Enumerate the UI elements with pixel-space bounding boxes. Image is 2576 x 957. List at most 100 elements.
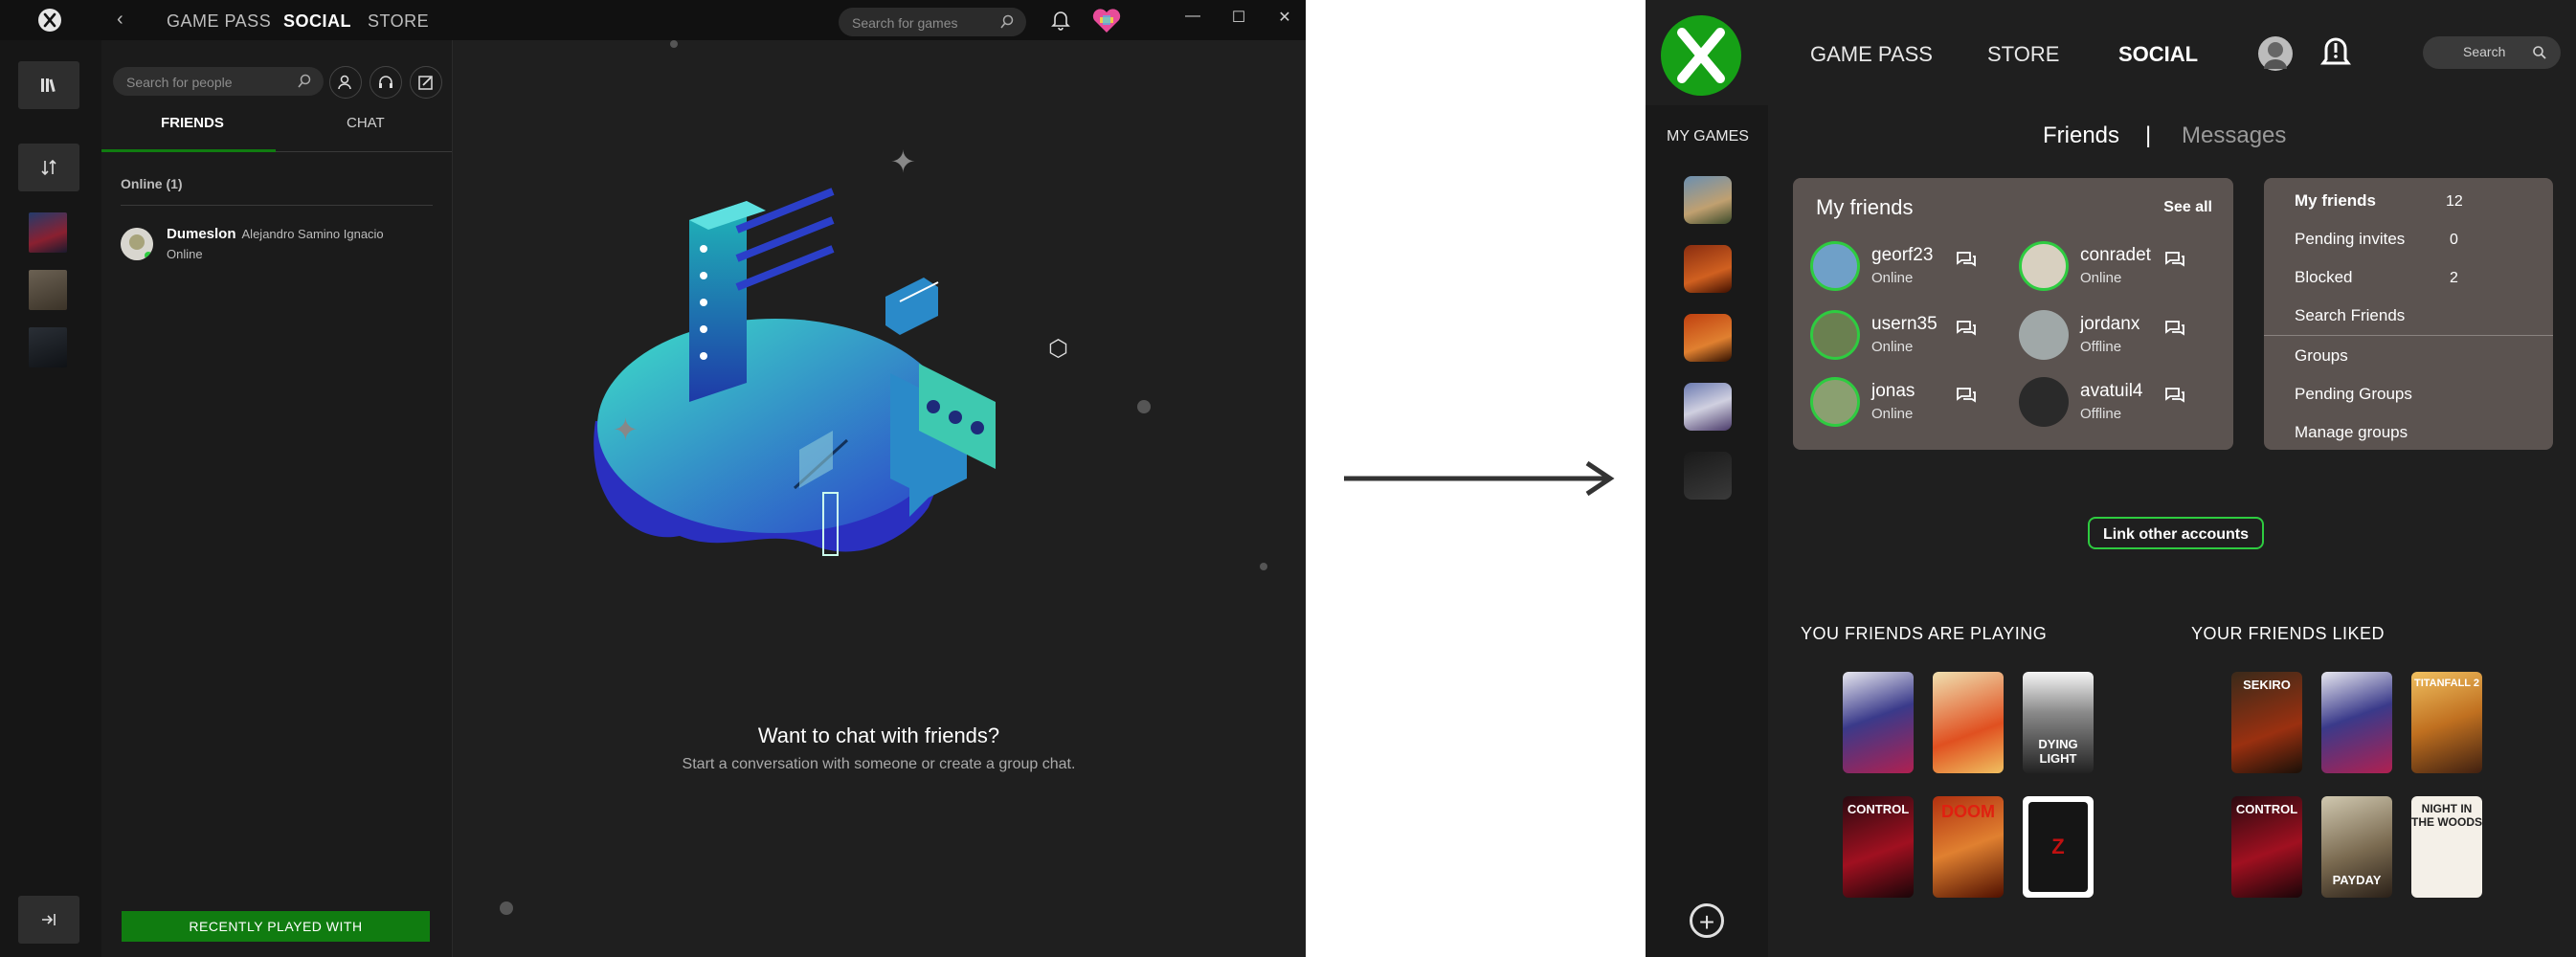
friend-name: usern35 [1871, 314, 1938, 334]
friend-item-jonas[interactable]: jonas Online [1810, 375, 2011, 436]
menu-pending-groups[interactable]: Pending Groups [2295, 385, 2412, 404]
game-cover-control[interactable]: CONTROL [1843, 796, 1914, 898]
nav-game-pass[interactable]: GAME PASS [167, 11, 271, 32]
menu-my-friends[interactable]: My friends [2295, 191, 2376, 211]
search-games-input[interactable]: Search for games [839, 8, 1026, 36]
friend-item-georf23[interactable]: georf23 Online [1810, 239, 2011, 300]
game-tile[interactable] [1684, 452, 1732, 500]
sort-button[interactable] [18, 144, 79, 191]
person-icon [338, 75, 351, 90]
empty-state-subtitle: Start a conversation with someone or cre… [682, 756, 1076, 772]
link-other-accounts-button[interactable]: Link other accounts [2088, 517, 2264, 549]
avatar[interactable] [2258, 36, 2293, 71]
friend-status: Online [2080, 270, 2122, 286]
chat-icon[interactable] [2164, 387, 2185, 404]
party-button[interactable] [370, 66, 402, 99]
game-cover-payday[interactable]: PAYDAY [2321, 796, 2392, 898]
chat-icon[interactable] [2164, 251, 2185, 268]
left-rail [0, 40, 101, 957]
game-tile[interactable] [1684, 383, 1732, 431]
game-cover-fifa[interactable] [1843, 672, 1914, 773]
library-button[interactable] [18, 61, 79, 109]
collapse-button[interactable] [18, 896, 79, 944]
section-friends-liked: YOUR FRIENDS LIKED [2191, 624, 2386, 643]
avatar [1810, 310, 1860, 360]
chat-icon[interactable] [1956, 251, 1977, 268]
friend-row[interactable]: Dumeslon Alejandro Samino Ignacio Online [121, 224, 433, 270]
tab-chat[interactable]: CHAT [347, 115, 385, 131]
game-cover-night-in-the-woods[interactable]: NIGHT IN THE WOODS [2411, 796, 2482, 898]
game-cover-control[interactable]: CONTROL [2231, 796, 2302, 898]
menu-divider [2264, 335, 2553, 336]
chat-icon[interactable] [1956, 387, 1977, 404]
chat-icon[interactable] [2164, 320, 2185, 337]
tab-messages[interactable]: Messages [2182, 122, 2286, 149]
game-cover-it-takes-two[interactable] [1933, 672, 2004, 773]
chat-illustration [594, 188, 996, 556]
friend-item-usern35[interactable]: usern35 Online [1810, 308, 2011, 369]
friend-status: Online [1871, 339, 1914, 355]
friend-item-avatuil4[interactable]: avatuil4 Offline [2019, 375, 2220, 436]
see-all-link[interactable]: See all [2163, 199, 2212, 216]
menu-manage-groups[interactable]: Manage groups [2295, 423, 2408, 442]
search-icon [1000, 14, 1014, 29]
recently-played-button[interactable]: RECENTLY PLAYED WITH [122, 911, 430, 942]
maximize-button[interactable]: ☐ [1229, 8, 1248, 27]
nav-store[interactable]: STORE [1987, 42, 2059, 67]
original-xbox-app: ‹ GAME PASS SOCIAL STORE Search for game… [0, 0, 1306, 957]
friends-menu-card: My friends 12 Pending invites 0 Blocked … [2264, 178, 2553, 450]
friend-status: Offline [2080, 406, 2122, 422]
avatar [121, 228, 153, 260]
bell-icon[interactable] [1051, 10, 1070, 31]
back-arrow-icon[interactable]: ‹ [117, 9, 123, 31]
menu-groups[interactable]: Groups [2295, 346, 2348, 366]
game-thumb-backbone[interactable] [29, 212, 67, 253]
friend-name: georf23 [1871, 245, 1934, 265]
nav-social[interactable]: SOCIAL [283, 11, 351, 32]
game-cover-doom[interactable]: DOOM [1933, 796, 2004, 898]
game-tile[interactable] [1684, 245, 1732, 293]
nav-store[interactable]: STORE [368, 11, 429, 32]
decor-dot [1260, 563, 1267, 570]
nav-game-pass[interactable]: GAME PASS [1810, 42, 1933, 67]
xbox-logo-icon[interactable] [38, 9, 61, 32]
game-tile[interactable] [1684, 176, 1732, 224]
game-cover-fifa[interactable] [2321, 672, 2392, 773]
chat-icon[interactable] [1956, 320, 1977, 337]
decor-dot [1137, 400, 1151, 413]
menu-pending-invites[interactable]: Pending invites [2295, 230, 2405, 249]
tab-friends[interactable]: Friends [2043, 122, 2119, 149]
menu-search-friends[interactable]: Search Friends [2295, 306, 2405, 325]
menu-blocked[interactable]: Blocked [2295, 268, 2352, 287]
online-header: Online (1) [121, 176, 183, 191]
profile-heart-icon[interactable] [1091, 8, 1122, 34]
my-friends-card: My friends See all georf23 Online conrad… [1793, 178, 2233, 450]
game-cover-dying-light[interactable]: DYING LIGHT [2023, 672, 2094, 773]
avatar [1810, 241, 1860, 291]
friend-item-jordanx[interactable]: jordanx Offline [2019, 308, 2220, 369]
game-cover-world-war-z[interactable]: Z [2023, 796, 2094, 898]
friend-gamertag: Dumeslon Alejandro Samino Ignacio [167, 226, 384, 242]
my-games-label: MY GAMES [1667, 128, 1749, 145]
game-thumb-2[interactable] [29, 270, 67, 310]
friend-item-conradet[interactable]: conradet Online [2019, 239, 2220, 300]
game-cover-titanfall-2[interactable]: TITANFALL 2 [2411, 672, 2482, 773]
minimize-button[interactable]: — [1183, 8, 1202, 27]
add-friend-button[interactable] [329, 66, 362, 99]
nav-social[interactable]: SOCIAL [2118, 42, 2198, 67]
search-people-input[interactable]: Search for people [113, 67, 324, 96]
game-cover-sekiro[interactable]: SEKIRO [2231, 672, 2302, 773]
add-game-button[interactable]: + [1690, 903, 1724, 938]
cube-icon: ⬡ [1048, 336, 1068, 362]
compose-icon [418, 76, 433, 90]
search-input[interactable]: Search [2423, 36, 2561, 69]
close-button[interactable]: ✕ [1275, 8, 1294, 27]
tab-friends[interactable]: FRIENDS [161, 115, 224, 131]
xbox-logo-icon[interactable] [1661, 15, 1741, 96]
game-thumb-skyrim[interactable] [29, 327, 67, 367]
transition-arrow-icon [1344, 460, 1615, 497]
friend-name: conradet [2080, 245, 2151, 265]
notification-bell-icon[interactable] [2319, 34, 2352, 71]
game-tile[interactable] [1684, 314, 1732, 362]
new-chat-button[interactable] [410, 66, 442, 99]
